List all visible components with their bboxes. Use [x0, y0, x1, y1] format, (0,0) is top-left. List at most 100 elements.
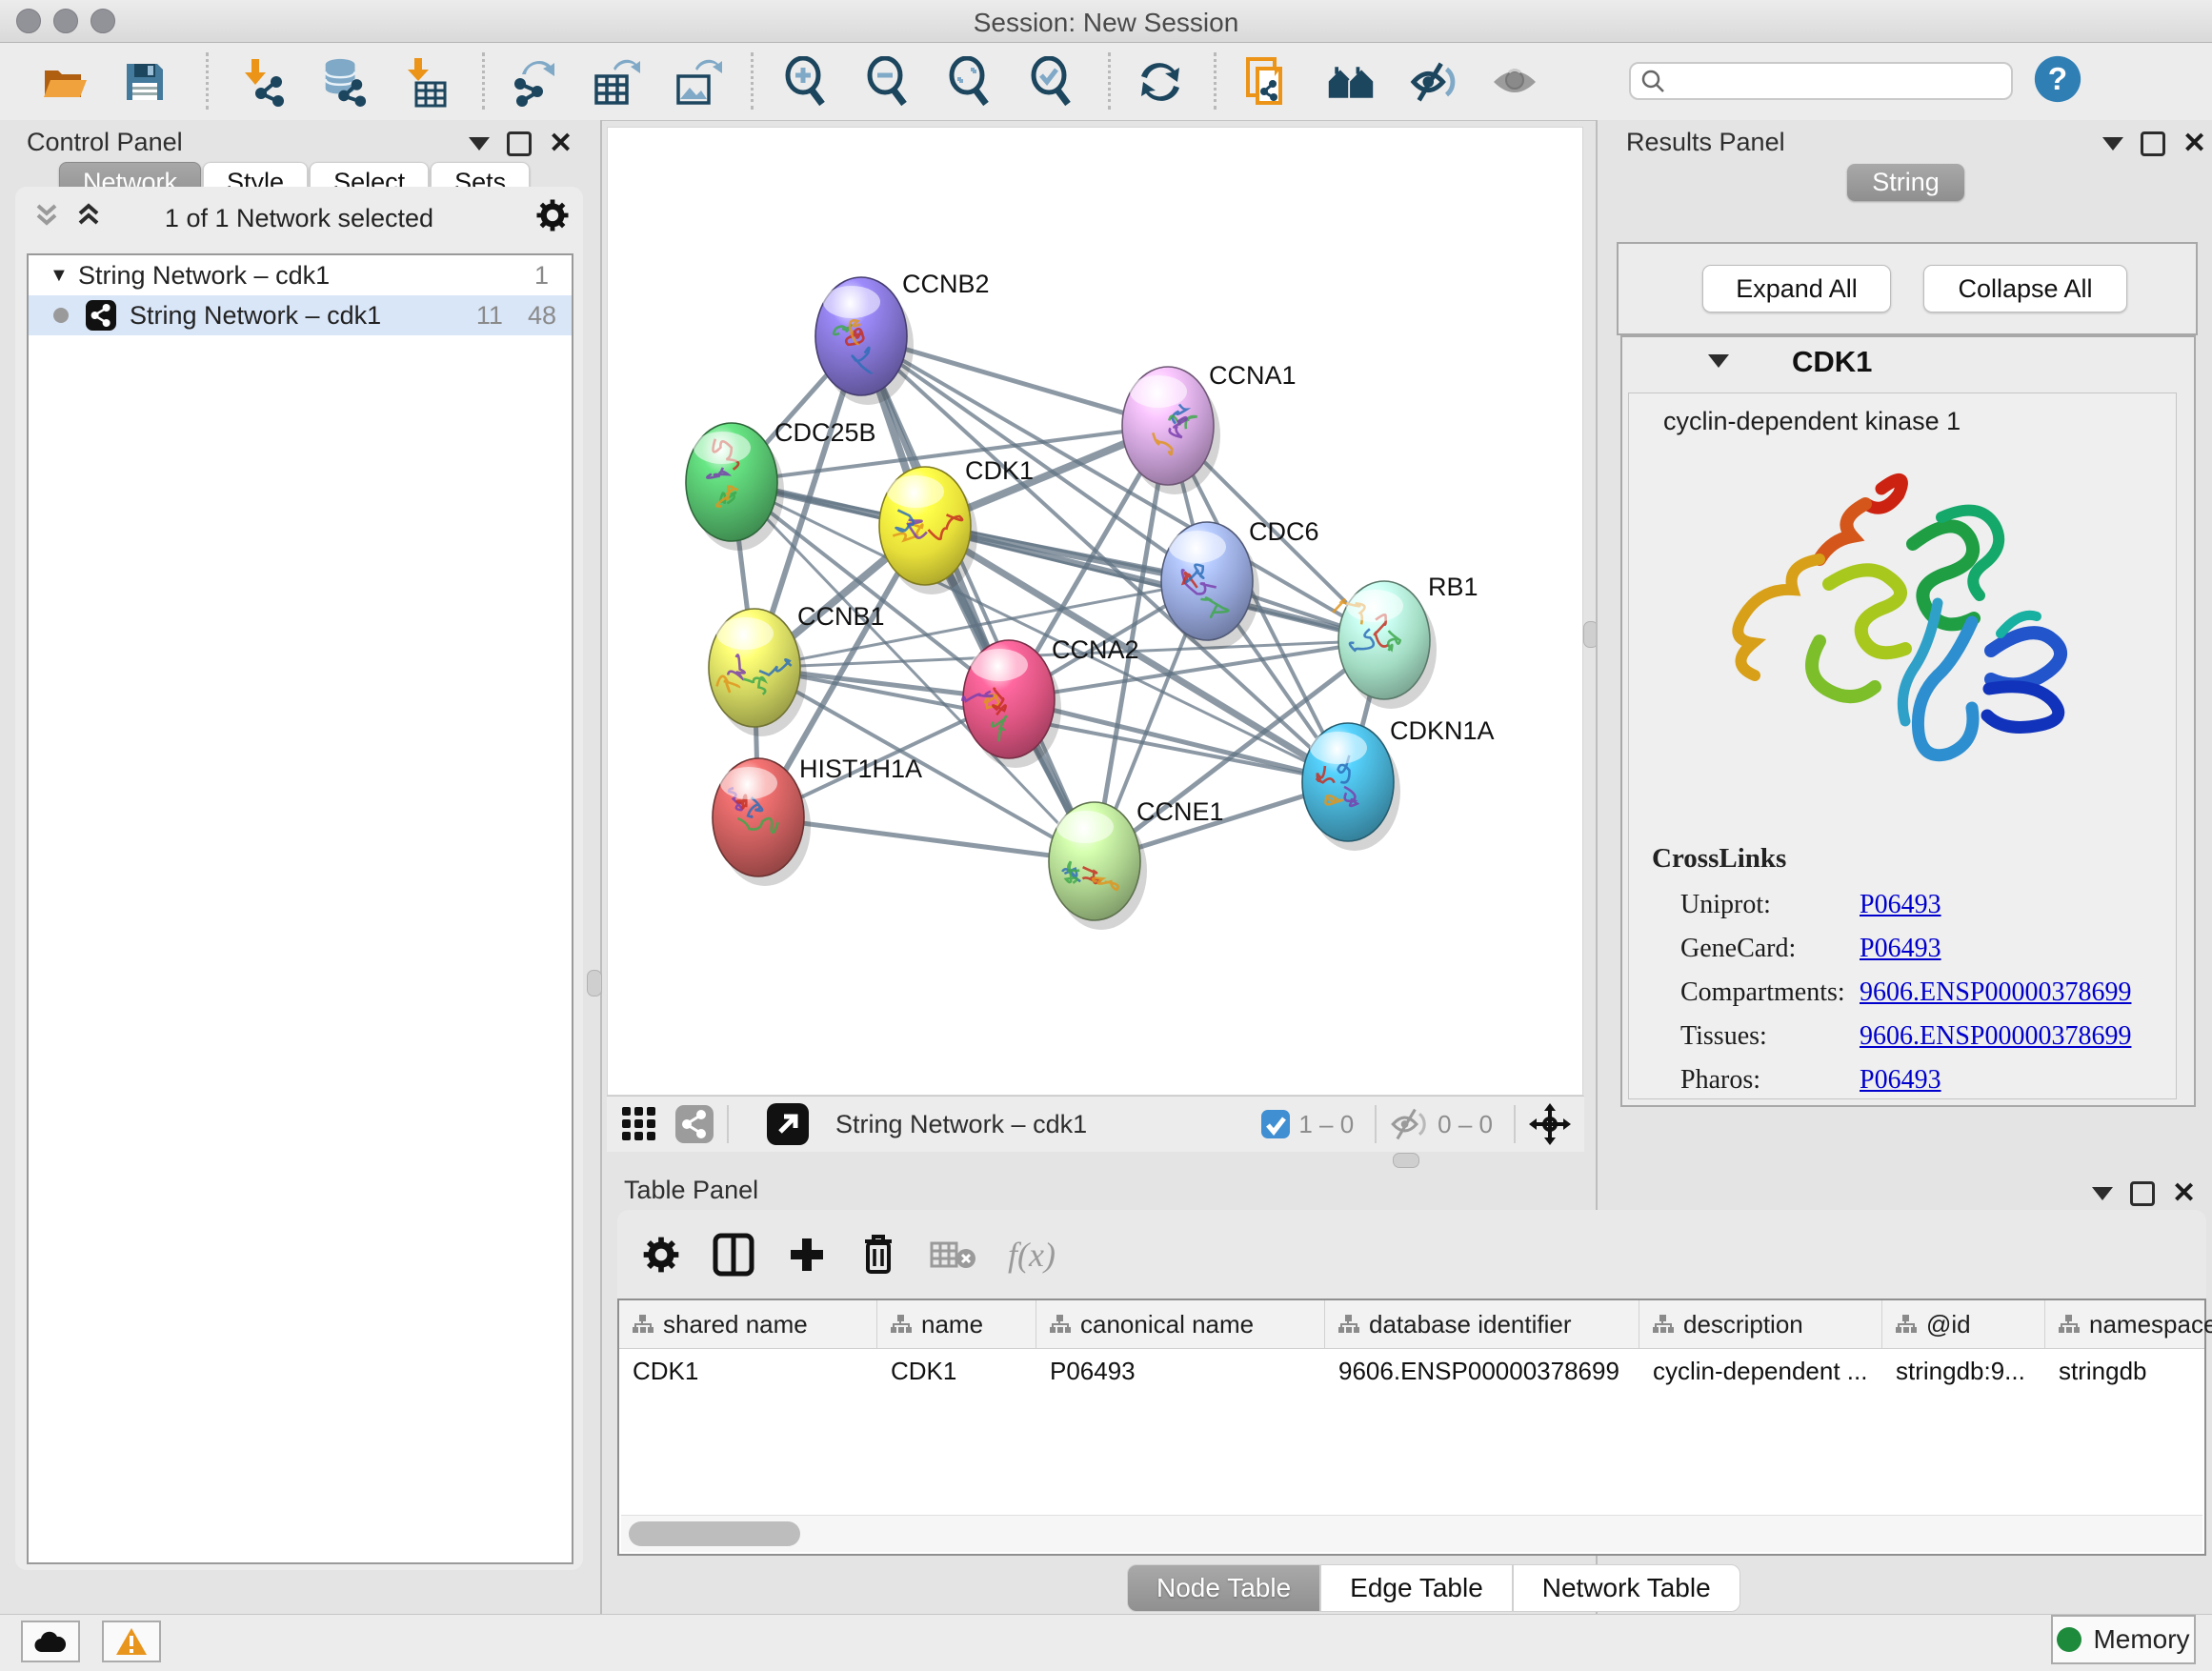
clone-network-button[interactable] — [1242, 57, 1292, 107]
toolbar-separator — [1214, 52, 1217, 110]
search-input[interactable] — [1665, 67, 1993, 95]
network-node[interactable] — [1130, 375, 1187, 408]
function-builder-button[interactable]: f(x) — [1008, 1235, 1056, 1275]
crosslink-link[interactable]: P06493 — [1860, 934, 1941, 964]
open-session-button[interactable] — [40, 57, 90, 107]
collapse-all-button[interactable]: Collapse All — [1923, 265, 2127, 312]
hide-selected-button[interactable] — [1410, 57, 1459, 107]
network-node[interactable] — [694, 432, 751, 464]
refresh-view-button[interactable] — [1136, 57, 1185, 107]
zoom-selected-button[interactable] — [1027, 57, 1076, 107]
warnings-button[interactable] — [102, 1621, 161, 1662]
node-label: CDC25B — [774, 418, 876, 447]
cloud-status-button[interactable] — [21, 1621, 80, 1662]
table-panel-collapse-icon[interactable] — [2092, 1187, 2113, 1200]
zoom-out-button[interactable] — [863, 57, 913, 107]
selected-checkbox-icon[interactable] — [1260, 1109, 1291, 1139]
network-svg: CCNB2CCNA1CDC25BCDK1CDC6RB1CCNB1CCNA2CDK… — [608, 128, 1582, 1095]
expand-all-button[interactable]: Expand All — [1702, 265, 1891, 312]
crosslink-link[interactable]: 9606.ENSP00000378699 — [1860, 1021, 2131, 1052]
table-splitter-handle[interactable] — [1393, 1153, 1419, 1168]
import-table-file-button[interactable] — [402, 57, 452, 107]
network-options-gear[interactable] — [535, 198, 570, 232]
table-hscrollbar[interactable] — [621, 1515, 2202, 1552]
table-cell: CDK1 — [877, 1357, 1036, 1386]
column-header-shared-name[interactable]: shared name — [619, 1300, 877, 1348]
results-panel-collapse-icon[interactable] — [2102, 137, 2123, 151]
network-node[interactable] — [1310, 732, 1367, 764]
zoom-selected-icon — [1028, 56, 1076, 108]
column-header-canonical-name[interactable]: canonical name — [1036, 1300, 1325, 1348]
network-node[interactable] — [1169, 531, 1226, 563]
memory-label: Memory — [2093, 1624, 2189, 1655]
zoom-fit-button[interactable] — [945, 57, 995, 107]
show-all-button[interactable] — [1490, 57, 1539, 107]
table-panel-float-icon[interactable] — [2130, 1181, 2155, 1206]
control-panel: Control Panel ✕ NetworkStyleSelectSets 1… — [0, 120, 602, 1614]
network-node[interactable] — [887, 475, 944, 508]
tab-string[interactable]: String — [1847, 164, 1964, 201]
network-node[interactable] — [971, 649, 1028, 681]
column-header-database-identifier[interactable]: database identifier — [1325, 1300, 1639, 1348]
control-panel-collapse-icon[interactable] — [469, 137, 490, 151]
panel-splitter-handle[interactable] — [587, 970, 602, 997]
node-table: shared name name canonical name database… — [617, 1299, 2206, 1556]
tab-edge-table[interactable]: Edge Table — [1320, 1564, 1513, 1612]
tab-network-table[interactable]: Network Table — [1513, 1564, 1740, 1612]
zoom-in-icon — [782, 56, 830, 108]
control-panel-close-icon[interactable]: ✕ — [549, 134, 573, 153]
crosslink-label: Tissues: — [1680, 1021, 1860, 1052]
delete-table-icon[interactable] — [930, 1238, 975, 1272]
results-panel-float-icon[interactable] — [2141, 131, 2165, 156]
crosslink-row: GeneCard: P06493 — [1680, 927, 2157, 971]
column-header-namespace[interactable]: namespace — [2045, 1300, 2212, 1348]
gene-collapse-triangle[interactable] — [1708, 354, 1729, 368]
columns-icon[interactable] — [713, 1233, 754, 1277]
add-column-icon[interactable] — [787, 1235, 827, 1275]
zoom-in-button[interactable] — [781, 57, 831, 107]
column-header-name[interactable]: name — [877, 1300, 1036, 1348]
grid-view-icon[interactable] — [620, 1105, 658, 1143]
results-scrollbar[interactable] — [2176, 393, 2190, 1097]
network-node[interactable] — [720, 767, 777, 799]
save-session-button[interactable] — [120, 57, 170, 107]
export-network-button[interactable] — [509, 57, 558, 107]
table-panel-close-icon[interactable]: ✕ — [2172, 1184, 2196, 1203]
eye-icon — [1490, 61, 1539, 103]
tree-row-collection[interactable]: ▼ String Network – cdk1 1 — [29, 255, 572, 295]
tree-row-network[interactable]: String Network – cdk1 11 48 — [29, 295, 572, 335]
network-node[interactable] — [1056, 811, 1114, 843]
pan-crosshair-icon[interactable] — [1529, 1103, 1571, 1145]
network-canvas[interactable]: CCNB2CCNA1CDC25BCDK1CDC6RB1CCNB1CCNA2CDK… — [607, 127, 1583, 1096]
toolbar-separator — [1108, 52, 1111, 110]
open-in-new-icon[interactable] — [767, 1103, 809, 1145]
crosslink-link[interactable]: P06493 — [1860, 890, 1941, 920]
network-node[interactable] — [1346, 590, 1403, 622]
tab-node-table[interactable]: Node Table — [1127, 1564, 1320, 1612]
crosslink-link[interactable]: 9606.ENSP00000378699 — [1860, 977, 2131, 1008]
column-header-@id[interactable]: @id — [1882, 1300, 2045, 1348]
table-row[interactable]: CDK1CDK1P064939606.ENSP00000378699cyclin… — [619, 1349, 2204, 1393]
application-window: Session: New Session — [0, 0, 2212, 1671]
table-gear-icon[interactable] — [642, 1236, 680, 1274]
hidden-eye-slash-icon[interactable] — [1390, 1108, 1430, 1140]
export-image-icon — [673, 57, 722, 107]
memory-button[interactable]: Memory — [2051, 1615, 2196, 1664]
delete-icon[interactable] — [859, 1232, 897, 1278]
first-neighbors-button[interactable] — [1326, 57, 1376, 107]
export-table-button[interactable] — [591, 57, 640, 107]
import-network-database-button[interactable] — [318, 57, 368, 107]
results-panel-close-icon[interactable]: ✕ — [2182, 134, 2206, 153]
network-node[interactable] — [716, 617, 774, 650]
crosslink-link[interactable]: P06493 — [1860, 1065, 1941, 1096]
import-database-icon — [318, 56, 368, 108]
control-panel-float-icon[interactable] — [507, 131, 532, 156]
network-share-view-icon[interactable] — [675, 1105, 714, 1143]
export-image-button[interactable] — [673, 57, 722, 107]
table-hscrollbar-thumb[interactable] — [629, 1521, 800, 1546]
help-button[interactable]: ? — [2033, 54, 2082, 104]
column-header-description[interactable]: description — [1639, 1300, 1882, 1348]
toolbar-separator — [1514, 1105, 1516, 1143]
import-network-file-button[interactable] — [238, 57, 288, 107]
network-node[interactable] — [823, 286, 880, 318]
